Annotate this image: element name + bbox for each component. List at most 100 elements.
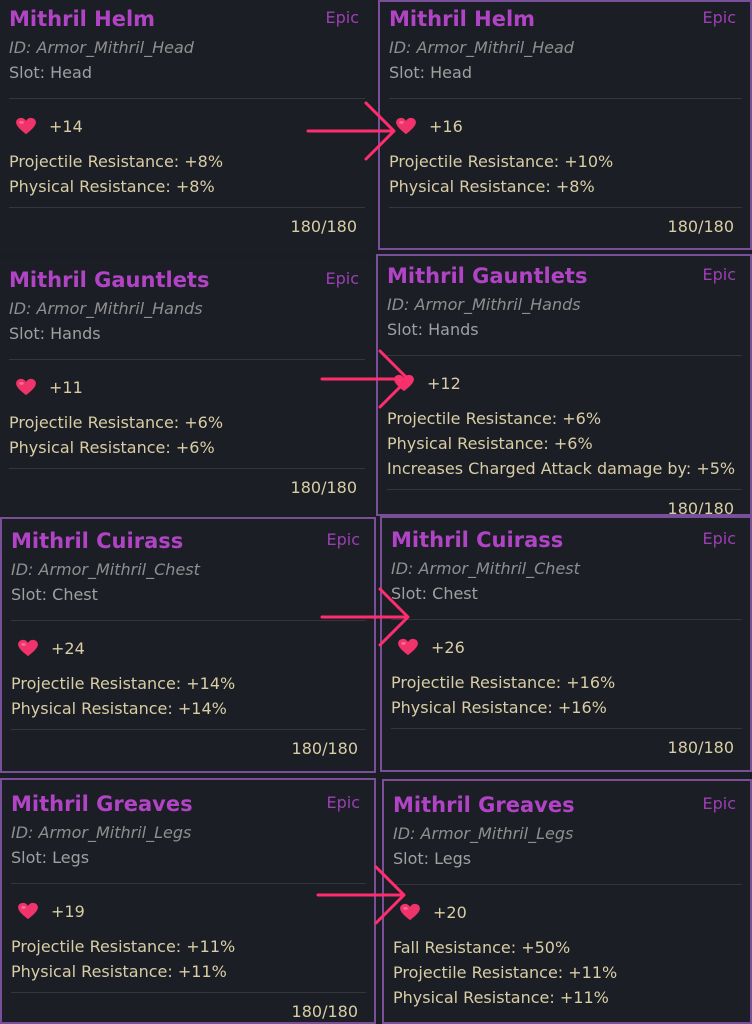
health-stat: +24 <box>11 635 366 661</box>
stat-line: Physical Resistance: +16% <box>391 698 607 717</box>
stats-list: Projectile Resistance: +16% Physical Res… <box>391 670 742 720</box>
item-id: ID: Armor_Mithril_Hands <box>387 295 581 314</box>
item-card-cuirass-new: Mithril Cuirass Epic ID: Armor_Mithril_C… <box>380 516 752 772</box>
item-slot: Slot: Chest <box>11 585 98 604</box>
health-value: +20 <box>433 902 467 922</box>
divider <box>391 619 742 620</box>
stats-list: Projectile Resistance: +6% Physical Resi… <box>9 410 365 460</box>
durability: 180/180 <box>667 738 734 757</box>
arrow-right-icon <box>320 349 410 409</box>
item-id: ID: Armor_Mithril_Legs <box>11 823 192 842</box>
rarity-label: Epic <box>325 8 359 27</box>
item-slot: Slot: Hands <box>9 324 101 343</box>
durability: 180/180 <box>667 499 734 516</box>
stat-line: Physical Resistance: +11% <box>393 988 609 1007</box>
health-stat: +20 <box>393 899 742 925</box>
item-title: Mithril Helm <box>389 7 536 31</box>
stat-line: Physical Resistance: +6% <box>9 438 215 457</box>
stat-line: Physical Resistance: +8% <box>389 177 595 196</box>
item-card-greaves-new: Mithril Greaves Epic ID: Armor_Mithril_L… <box>382 779 752 1024</box>
divider <box>9 207 365 208</box>
item-slot: Slot: Legs <box>11 848 90 867</box>
stat-line: Increases Charged Attack damage by: +5% <box>387 459 736 478</box>
rarity-label: Epic <box>702 265 736 284</box>
divider <box>11 992 366 993</box>
health-value: +16 <box>429 116 463 136</box>
item-id: ID: Armor_Mithril_Chest <box>11 560 200 579</box>
stats-list: Projectile Resistance: +10% Physical Res… <box>389 149 742 199</box>
item-slot: Slot: Head <box>9 63 92 82</box>
durability: 180/180 <box>667 217 734 236</box>
item-title: Mithril Helm <box>9 7 156 31</box>
divider <box>389 207 742 208</box>
item-title: Mithril Gauntlets <box>9 268 210 292</box>
item-title: Mithril Cuirass <box>391 528 564 552</box>
rarity-label: Epic <box>702 8 736 27</box>
item-id: ID: Armor_Mithril_Legs <box>393 824 574 843</box>
divider <box>9 359 365 360</box>
durability: 180/180 <box>291 1002 358 1021</box>
heart-icon <box>18 902 38 920</box>
rarity-label: Epic <box>326 793 360 812</box>
item-title: Mithril Greaves <box>393 793 575 817</box>
stat-line: Projectile Resistance: +14% <box>11 674 236 693</box>
arrow-right-icon <box>316 865 406 925</box>
stats-list: Projectile Resistance: +6% Physical Resi… <box>387 406 742 481</box>
divider <box>9 98 365 99</box>
item-slot: Slot: Chest <box>391 584 478 603</box>
item-id: ID: Armor_Mithril_Hands <box>9 299 203 318</box>
heart-icon <box>16 378 36 396</box>
item-slot: Slot: Legs <box>393 849 472 868</box>
health-value: +14 <box>49 116 83 136</box>
stats-list: Fall Resistance: +50% Projectile Resista… <box>393 935 742 1010</box>
stat-line: Physical Resistance: +14% <box>11 699 227 718</box>
stat-line: Projectile Resistance: +11% <box>393 963 618 982</box>
stat-line: Physical Resistance: +6% <box>387 434 593 453</box>
stats-list: Projectile Resistance: +11% Physical Res… <box>11 934 366 984</box>
stat-line: Projectile Resistance: +16% <box>391 673 616 692</box>
health-value: +12 <box>427 373 461 393</box>
heart-icon <box>396 117 416 135</box>
stat-line: Physical Resistance: +8% <box>9 177 215 196</box>
item-card-gauntlets-new: Mithril Gauntlets Epic ID: Armor_Mithril… <box>376 254 752 516</box>
health-value: +11 <box>49 377 83 397</box>
divider <box>389 98 742 99</box>
stat-line: Projectile Resistance: +6% <box>9 413 224 432</box>
stats-list: Projectile Resistance: +14% Physical Res… <box>11 671 366 721</box>
divider <box>391 728 742 729</box>
health-stat: +19 <box>11 898 366 924</box>
item-title: Mithril Cuirass <box>11 529 184 553</box>
item-slot: Slot: Hands <box>387 320 479 339</box>
health-stat: +11 <box>9 374 365 400</box>
arrow-right-icon <box>320 587 410 647</box>
health-value: +24 <box>51 638 85 658</box>
heart-icon <box>16 117 36 135</box>
divider <box>393 884 742 885</box>
rarity-label: Epic <box>326 530 360 549</box>
item-card-gauntlets-old: Mithril Gauntlets Epic ID: Armor_Mithril… <box>0 260 373 515</box>
health-stat: +16 <box>389 113 742 139</box>
stat-line: Physical Resistance: +11% <box>11 962 227 981</box>
divider <box>11 883 366 884</box>
rarity-label: Epic <box>325 269 359 288</box>
item-slot: Slot: Head <box>389 63 472 82</box>
divider <box>9 468 365 469</box>
durability: 180/180 <box>291 739 358 758</box>
item-title: Mithril Gauntlets <box>387 264 588 288</box>
durability: 180/180 <box>290 217 357 236</box>
stat-line: Fall Resistance: +50% <box>393 938 571 957</box>
item-title: Mithril Greaves <box>11 792 193 816</box>
divider <box>11 620 366 621</box>
stat-line: Projectile Resistance: +11% <box>11 937 236 956</box>
item-id: ID: Armor_Mithril_Chest <box>391 559 580 578</box>
item-card-helm-new: Mithril Helm Epic ID: Armor_Mithril_Head… <box>378 0 752 250</box>
health-stat: +12 <box>387 370 742 396</box>
health-value: +19 <box>51 901 85 921</box>
durability: 180/180 <box>290 478 357 497</box>
rarity-label: Epic <box>702 529 736 548</box>
health-value: +26 <box>431 637 465 657</box>
divider <box>387 489 742 490</box>
rarity-label: Epic <box>702 794 736 813</box>
arrow-right-icon <box>306 101 396 161</box>
stat-line: Projectile Resistance: +10% <box>389 152 614 171</box>
